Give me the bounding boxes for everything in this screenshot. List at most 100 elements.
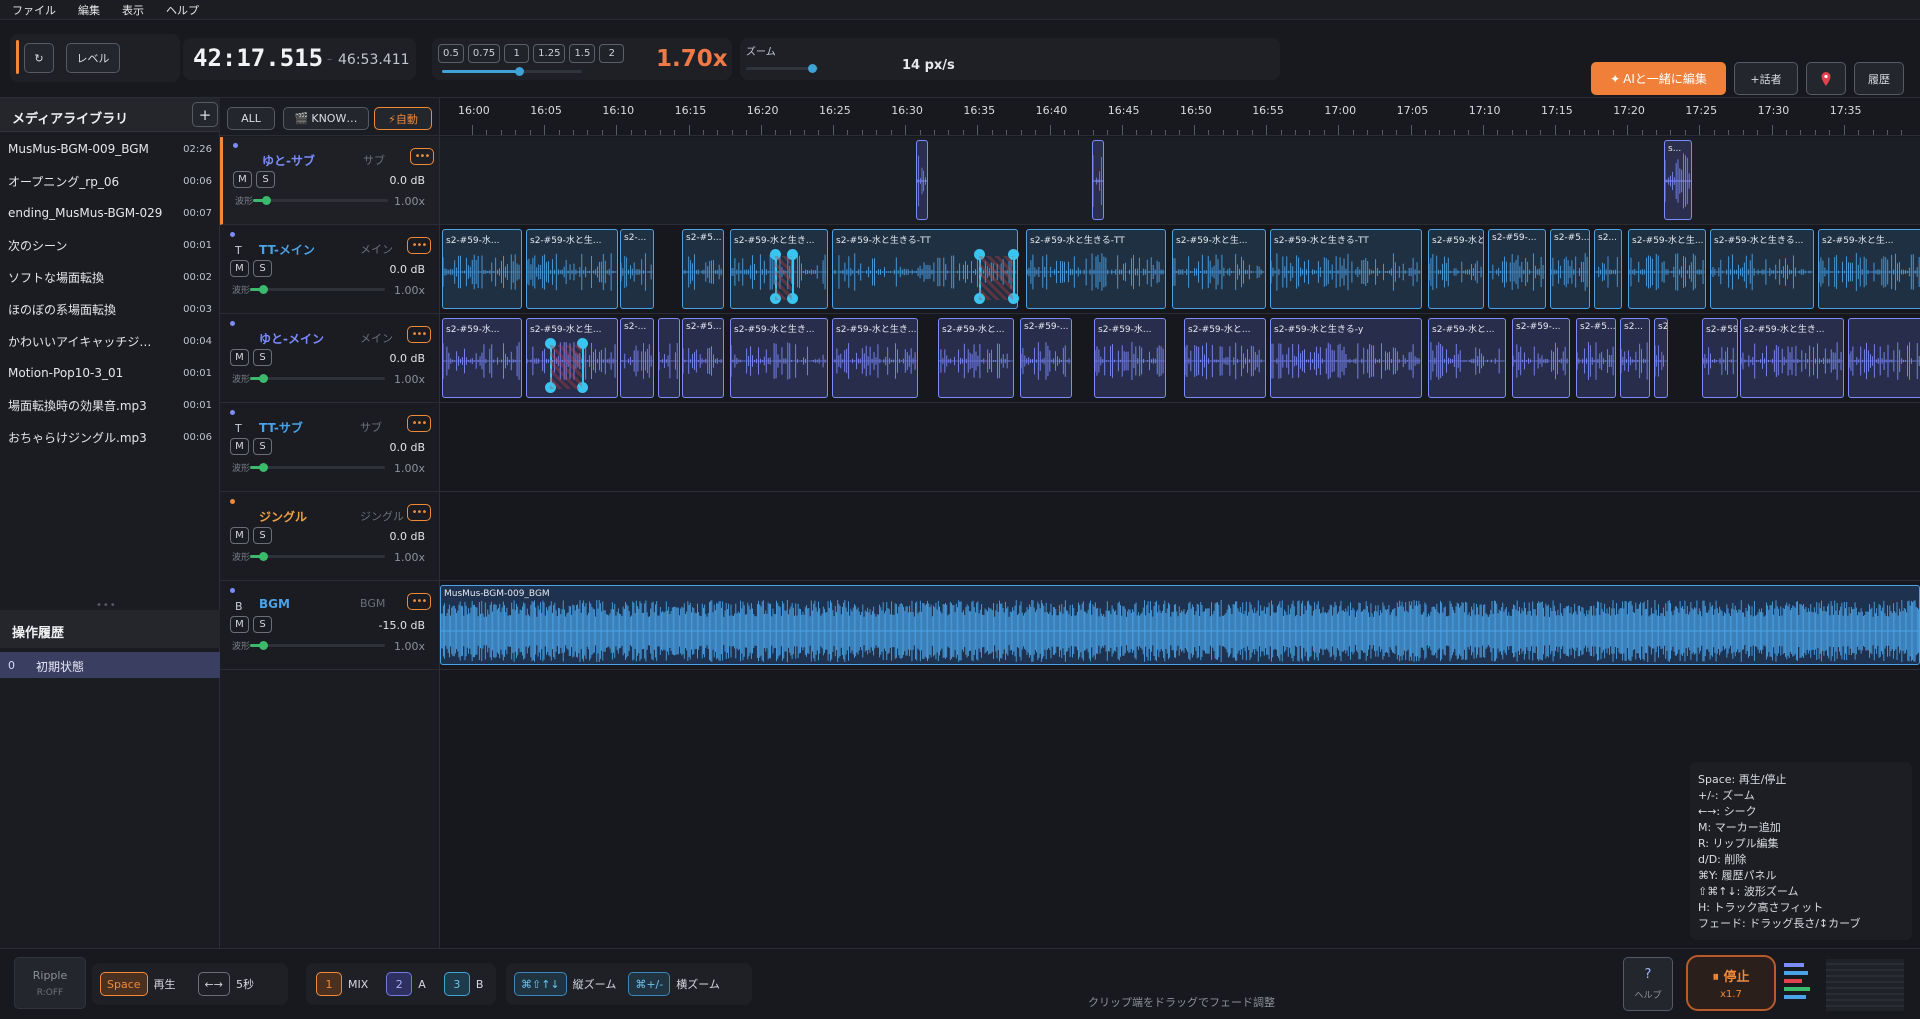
solo-button[interactable]: S: [256, 171, 275, 188]
audio-clip[interactable]: s2-#59-水と生...: [526, 229, 618, 309]
waveform-slider[interactable]: [253, 196, 388, 205]
media-item[interactable]: オープニング_rp_06 00:06: [0, 166, 220, 196]
solo-button[interactable]: S: [253, 616, 272, 633]
key-1[interactable]: 1: [316, 972, 342, 996]
audio-clip[interactable]: s2-#59-水と...: [938, 318, 1014, 398]
track-name[interactable]: BGM: [259, 597, 290, 611]
key-2[interactable]: 2: [386, 972, 413, 996]
audio-clip[interactable]: s2-#59-水と...: [1184, 318, 1266, 398]
track-lane[interactable]: [440, 404, 1920, 492]
audio-clip[interactable]: s2-#59-水と生き...: [1740, 318, 1844, 398]
audio-clip[interactable]: s2-#5...: [682, 229, 724, 309]
audio-clip[interactable]: s2-#59-...: [1020, 318, 1072, 398]
track-header[interactable]: B BGM BGM ••• M S -15.0 dB 波形 1.00x: [220, 582, 439, 670]
speed-chip[interactable]: 1.5: [569, 44, 596, 63]
audio-clip[interactable]: s2-#59-水と生...: [1818, 229, 1920, 309]
track-header[interactable]: ゆと-サブ サブ ••• M S 0.0 dB 波形 1.00x: [220, 137, 439, 225]
audio-clip[interactable]: s2-#5...: [682, 318, 724, 398]
audio-clip[interactable]: s2-#59-水と生...: [1628, 229, 1706, 309]
track-header[interactable]: ゆと-メイン メイン ••• M S 0.0 dB 波形 1.00x: [220, 315, 439, 403]
zoom-slider[interactable]: [746, 64, 818, 73]
filter-know-button[interactable]: 🎬 KNOW…: [283, 107, 369, 130]
help-button[interactable]: ? ヘルプ: [1623, 957, 1673, 1011]
speed-slider[interactable]: [442, 67, 582, 76]
audio-clip[interactable]: s2-#59-水と生きる-TT: [1270, 229, 1422, 309]
audio-clip[interactable]: s2-#59-水と生...: [1172, 229, 1266, 309]
loop-button[interactable]: ↻: [24, 43, 54, 73]
audio-clip[interactable]: s2-...: [620, 229, 654, 309]
audio-clip[interactable]: s2-#59-水...: [442, 229, 522, 309]
track-header[interactable]: T TT-サブ サブ ••• M S 0.0 dB 波形 1.00x: [220, 404, 439, 492]
media-item[interactable]: MusMus-BGM-009_BGM 02:26: [0, 134, 220, 164]
solo-button[interactable]: S: [253, 349, 272, 366]
key-3[interactable]: 3: [443, 972, 470, 996]
track-name[interactable]: ジングル: [259, 508, 307, 525]
more-icon[interactable]: •••: [407, 326, 431, 343]
track-lane[interactable]: s...: [440, 137, 1920, 225]
media-item[interactable]: 次のシーン 00:01: [0, 230, 220, 260]
track-header[interactable]: ジングル ジングル ••• M S 0.0 dB 波形 1.00x: [220, 493, 439, 581]
zoom-slider-knob[interactable]: [808, 64, 818, 73]
track-name[interactable]: TT-サブ: [259, 419, 303, 436]
audio-clip[interactable]: s2-#59-水と...: [1428, 318, 1506, 398]
audio-clip[interactable]: [1848, 318, 1920, 398]
track-lane[interactable]: [440, 493, 1920, 581]
audio-clip[interactable]: s2-#59-...: [1512, 318, 1570, 398]
audio-clip[interactable]: s2-#59-水...: [1094, 318, 1166, 398]
track-lane[interactable]: MusMus-BGM-009_BGM: [440, 582, 1920, 670]
more-icon[interactable]: •••: [407, 593, 431, 610]
mute-button[interactable]: M: [230, 527, 249, 544]
track-name[interactable]: ゆと-サブ: [262, 152, 315, 169]
audio-clip[interactable]: [658, 318, 680, 398]
audio-clip[interactable]: [916, 140, 928, 220]
audio-clip[interactable]: s2-#5...: [1550, 229, 1590, 309]
audio-clip[interactable]: s2-#59-水と生きる-y: [1702, 318, 1738, 398]
history-item[interactable]: 0 初期状態: [0, 652, 220, 678]
media-item[interactable]: ソフトな場面転換 00:02: [0, 262, 220, 292]
filter-all-button[interactable]: ALL: [227, 107, 275, 130]
track-lane[interactable]: s2-#59-水... s2-#59-水と生... s2-... s2-#5... s2…: [440, 315, 1920, 403]
media-item[interactable]: おちゃらけジングル.mp3 00:06: [0, 422, 220, 452]
solo-button[interactable]: S: [253, 438, 272, 455]
media-item[interactable]: ほのぼの系場面転換 00:03: [0, 294, 220, 324]
mute-button[interactable]: M: [230, 438, 249, 455]
audio-clip[interactable]: s2-#59-水と...: [1428, 229, 1484, 309]
speed-chip[interactable]: 0.5: [438, 44, 464, 63]
mute-button[interactable]: M: [230, 349, 249, 366]
solo-button[interactable]: S: [253, 527, 272, 544]
menu-view[interactable]: 表示: [122, 2, 144, 18]
menu-file[interactable]: ファイル: [12, 2, 56, 18]
audio-clip[interactable]: s2-#59-水と生きる-y: [1270, 318, 1422, 398]
audio-clip[interactable]: [1092, 140, 1104, 220]
time-ruler[interactable]: 16:00 16:05 16:10 16:15 16:20 16:25 16:30 16:35…: [440, 98, 1920, 136]
menu-help[interactable]: ヘルプ: [166, 2, 199, 18]
history-button[interactable]: 履歴: [1854, 62, 1904, 95]
media-item[interactable]: ending_MusMus-BGM-029 00:07: [0, 198, 220, 228]
waveform-slider[interactable]: [250, 641, 385, 650]
menu-edit[interactable]: 編集: [78, 2, 100, 18]
audio-clip[interactable]: s2-#59-水...: [442, 318, 522, 398]
speed-chip[interactable]: 1: [504, 44, 530, 63]
audio-clip[interactable]: s2...: [1620, 318, 1650, 398]
track-header[interactable]: T TT-メイン メイン ••• M S 0.0 dB 波形 1.00x: [220, 226, 439, 314]
audio-clip[interactable]: s2-#59-水と生き...: [730, 318, 828, 398]
add-speaker-button[interactable]: +話者: [1734, 62, 1798, 95]
audio-clip[interactable]: MusMus-BGM-009_BGM: [440, 585, 1920, 665]
speed-chip[interactable]: 1.25: [533, 44, 566, 63]
mute-button[interactable]: M: [233, 171, 252, 188]
media-item[interactable]: 場面転換時の効果音.mp3 00:01: [0, 390, 220, 420]
media-item[interactable]: Motion-Pop10-3_01 00:01: [0, 358, 220, 388]
audio-clip[interactable]: s2...: [1594, 229, 1622, 309]
audio-clip[interactable]: s2-#59-水と生きる...: [1710, 229, 1814, 309]
add-media-button[interactable]: +: [192, 102, 218, 127]
more-icon[interactable]: •••: [410, 148, 434, 165]
speed-chip[interactable]: 2: [599, 44, 625, 63]
audio-clip[interactable]: s...: [1664, 140, 1692, 220]
auto-filter-button[interactable]: ⚡自動: [374, 107, 432, 130]
media-item[interactable]: かわいいアイキャッチジ… 00:04: [0, 326, 220, 356]
audio-clip[interactable]: s2...: [1654, 318, 1668, 398]
waveform-slider[interactable]: [250, 374, 385, 383]
speed-chip[interactable]: 0.75: [467, 44, 501, 63]
audio-clip[interactable]: s2-#59-...: [1488, 229, 1546, 309]
speed-slider-knob[interactable]: [515, 67, 524, 76]
